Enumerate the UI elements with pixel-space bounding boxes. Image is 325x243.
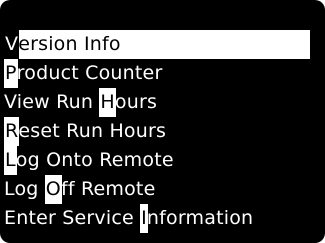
menu-item-product-counter[interactable]: Product Counter — [4, 59, 317, 88]
menu-item-log-off-remote[interactable]: Log Off Remote — [4, 175, 317, 204]
hotkey-letter: H — [99, 88, 116, 117]
hotkey-letter: V — [4, 30, 20, 59]
menu-item-enter-service-information[interactable]: Enter Service Information — [4, 204, 317, 233]
main-menu: Version Info Product Counter View Run Ho… — [4, 30, 317, 233]
menu-item-version-info[interactable]: Version Info — [4, 30, 310, 59]
hotkey-letter: L — [4, 146, 17, 175]
hotkey-letter: I — [140, 204, 148, 233]
hotkey-letter: P — [4, 59, 18, 88]
menu-item-reset-run-hours[interactable]: Reset Run Hours — [4, 117, 317, 146]
display-screen: Version Info Product Counter View Run Ho… — [0, 0, 325, 243]
menu-item-log-onto-remote[interactable]: Log Onto Remote — [4, 146, 317, 175]
hotkey-letter: R — [4, 117, 20, 146]
hotkey-letter: O — [44, 175, 62, 204]
menu-item-view-run-hours[interactable]: View Run Hours — [4, 88, 317, 117]
